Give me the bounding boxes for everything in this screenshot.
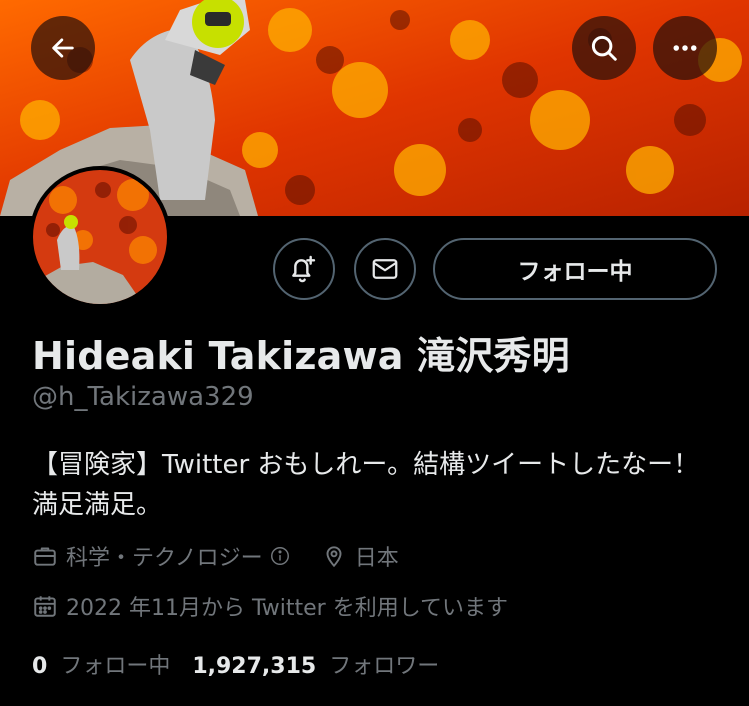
profile-bio: 【冒険家】Twitter おもしれー。結構ツイートしたなー！満足満足。	[32, 450, 700, 520]
profile-display-name: Hideaki Takizawa 滝沢秀明	[32, 334, 570, 378]
more-horizontal-icon	[673, 45, 697, 51]
followers-link[interactable]: 1,927,315 フォロワー	[192, 648, 439, 680]
briefcase-icon	[34, 547, 56, 566]
search-button[interactable]	[572, 16, 636, 80]
following-link[interactable]: 0 フォロー中	[32, 648, 170, 680]
profile-joined-row: 2022 年11月から Twitter を利用しています	[32, 590, 508, 622]
following-label: フォロー中	[60, 654, 171, 679]
notifications-button[interactable]	[273, 238, 335, 300]
profile-location: 日本	[354, 546, 399, 571]
envelope-icon	[372, 259, 398, 279]
bell-plus-icon	[292, 255, 316, 283]
profile-avatar[interactable]	[29, 166, 171, 308]
following-count: 0	[32, 654, 48, 679]
following-button[interactable]: フォロー中	[433, 238, 717, 300]
profile-handle: @h_Takizawa329	[32, 382, 254, 412]
profile-category: 科学・テクノロジー	[66, 546, 263, 571]
more-options-button[interactable]	[653, 16, 717, 80]
info-icon[interactable]	[269, 545, 291, 567]
back-button[interactable]	[31, 16, 95, 80]
message-button[interactable]	[354, 238, 416, 300]
profile-follow-counts: 0 フォロー中 1,927,315 フォロワー	[32, 648, 439, 680]
map-pin-icon	[326, 546, 342, 568]
arrow-left-icon	[52, 38, 74, 58]
followers-label: フォロワー	[329, 654, 440, 679]
search-icon	[591, 35, 617, 61]
followers-count: 1,927,315	[192, 654, 317, 679]
calendar-icon	[34, 596, 56, 617]
profile-meta-row: 科学・テクノロジー 日本	[32, 540, 399, 572]
profile-joined-date: 2022 年11月から Twitter を利用しています	[66, 596, 509, 621]
